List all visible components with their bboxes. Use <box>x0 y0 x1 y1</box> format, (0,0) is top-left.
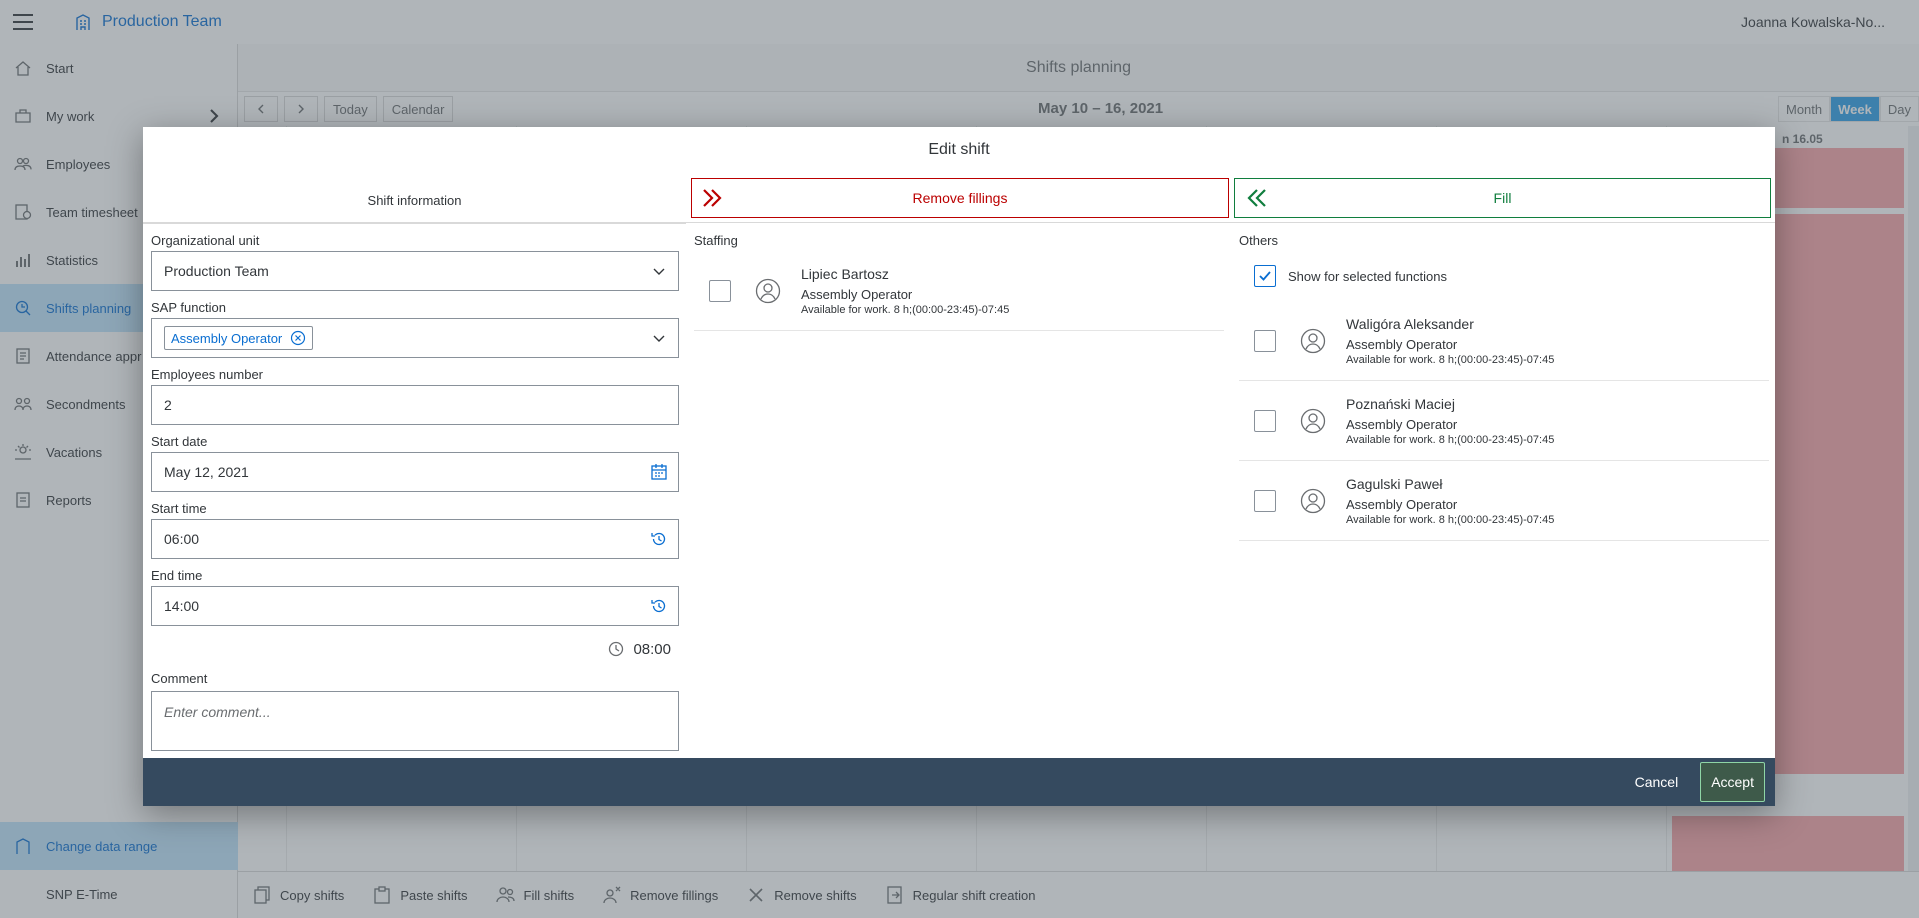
sap-function-label: SAP function <box>151 299 226 315</box>
others-list: Others Show for selected functions Walig… <box>1239 229 1769 541</box>
double-chevron-left-icon <box>1247 189 1266 207</box>
shift-information-form: Organizational unit Production Team SAP … <box>151 229 679 751</box>
duration-value: 08:00 <box>633 640 671 658</box>
person-details: Poznański Maciej Assembly Operator Avail… <box>1346 396 1554 446</box>
person-placeholder-icon <box>1300 328 1326 353</box>
staffing-title: Staffing <box>694 232 738 248</box>
select-checkbox[interactable] <box>709 279 731 302</box>
shift-duration: 08:00 <box>151 631 679 667</box>
checkmark-icon <box>1259 271 1271 281</box>
start-time-value: 06:00 <box>164 531 200 547</box>
chevron-down-icon[interactable] <box>650 329 668 347</box>
show-selected-functions-option: Show for selected functions <box>1239 251 1769 301</box>
start-time-label: Start time <box>151 500 207 516</box>
end-time-label: End time <box>151 567 203 583</box>
org-unit-value: Production Team <box>164 263 269 279</box>
time-entry-icon[interactable] <box>650 530 668 548</box>
calendar-icon[interactable] <box>650 463 668 481</box>
org-unit-label: Organizational unit <box>151 232 260 248</box>
person-name: Lipiec Bartosz <box>801 265 889 282</box>
select-checkbox[interactable] <box>1254 489 1276 512</box>
fill-tab-label: Fill <box>1493 190 1512 206</box>
remove-token-icon[interactable] <box>290 330 306 346</box>
person-details: Lipiec Bartosz Assembly Operator Availab… <box>801 266 1009 316</box>
time-entry-icon[interactable] <box>650 597 668 615</box>
employees-number-value: 2 <box>164 397 172 413</box>
person-function: Assembly Operator <box>1346 416 1458 432</box>
show-selected-functions-checkbox[interactable] <box>1254 265 1276 287</box>
token-label: Assembly Operator <box>171 330 283 346</box>
person-name: Gagulski Paweł <box>1346 475 1443 492</box>
start-date-picker[interactable]: May 12, 2021 <box>151 452 679 492</box>
end-time-value: 14:00 <box>164 598 200 614</box>
select-checkbox[interactable] <box>1254 329 1276 352</box>
person-name: Waligóra Aleksander <box>1346 315 1474 332</box>
person-function: Assembly Operator <box>801 286 913 302</box>
fill-tab-button[interactable]: Fill <box>1234 178 1771 218</box>
person-function: Assembly Operator <box>1346 336 1458 352</box>
end-time-picker[interactable]: 14:00 <box>151 586 679 626</box>
tab-shift-information[interactable]: Shift information <box>143 178 686 224</box>
dialog-footer: Cancel Accept <box>143 758 1775 806</box>
remove-fillings-tab-label: Remove fillings <box>912 190 1008 206</box>
chevron-down-icon[interactable] <box>650 262 668 280</box>
person-availability: Available for work. 8 h;(00:00-23:45)-07… <box>1346 513 1555 526</box>
list-item: Gagulski Paweł Assembly Operator Availab… <box>1239 461 1769 541</box>
list-item: Lipiec Bartosz Assembly Operator Availab… <box>694 251 1224 331</box>
person-details: Waligóra Aleksander Assembly Operator Av… <box>1346 316 1554 366</box>
dialog-title: Edit shift <box>928 141 990 158</box>
edit-shift-dialog: Edit shift Shift information Remove fill… <box>143 127 1775 806</box>
comment-textarea[interactable]: Enter comment... <box>151 691 679 751</box>
comment-label: Comment <box>151 670 208 686</box>
list-item: Waligóra Aleksander Assembly Operator Av… <box>1239 301 1769 381</box>
person-placeholder-icon <box>1300 408 1326 433</box>
start-date-value: May 12, 2021 <box>164 464 249 480</box>
person-availability: Available for work. 8 h;(00:00-23:45)-07… <box>801 303 1010 316</box>
dialog-tab-bar: Shift information Remove fillings Fill <box>143 178 1775 224</box>
staffing-list: Staffing Lipiec Bartosz Assembly Operato… <box>694 229 1224 331</box>
start-time-picker[interactable]: 06:00 <box>151 519 679 559</box>
person-name: Poznański Maciej <box>1346 395 1455 412</box>
remove-fillings-tab-button[interactable]: Remove fillings <box>691 178 1229 218</box>
employees-number-input[interactable]: 2 <box>151 385 679 425</box>
org-unit-select[interactable]: Production Team <box>151 251 679 291</box>
person-availability: Available for work. 8 h;(00:00-23:45)-07… <box>1346 433 1555 446</box>
others-title: Others <box>1239 232 1279 248</box>
select-checkbox[interactable] <box>1254 409 1276 432</box>
sap-function-token: Assembly Operator <box>164 326 314 350</box>
list-item: Poznański Maciej Assembly Operator Avail… <box>1239 381 1769 461</box>
person-placeholder-icon <box>755 278 781 303</box>
duration-icon <box>609 641 624 657</box>
person-details: Gagulski Paweł Assembly Operator Availab… <box>1346 476 1554 526</box>
person-availability: Available for work. 8 h;(00:00-23:45)-07… <box>1346 353 1555 366</box>
sap-function-multiselect[interactable]: Assembly Operator <box>151 318 679 358</box>
accept-button[interactable]: Accept <box>1700 762 1765 802</box>
person-placeholder-icon <box>1300 488 1326 513</box>
divider <box>143 222 1775 223</box>
show-selected-functions-label: Show for selected functions <box>1288 268 1447 284</box>
employees-number-label: Employees number <box>151 366 263 382</box>
cancel-button[interactable]: Cancel <box>1623 765 1691 799</box>
start-date-label: Start date <box>151 433 208 449</box>
person-function: Assembly Operator <box>1346 496 1458 512</box>
double-chevron-right-icon <box>703 189 722 207</box>
